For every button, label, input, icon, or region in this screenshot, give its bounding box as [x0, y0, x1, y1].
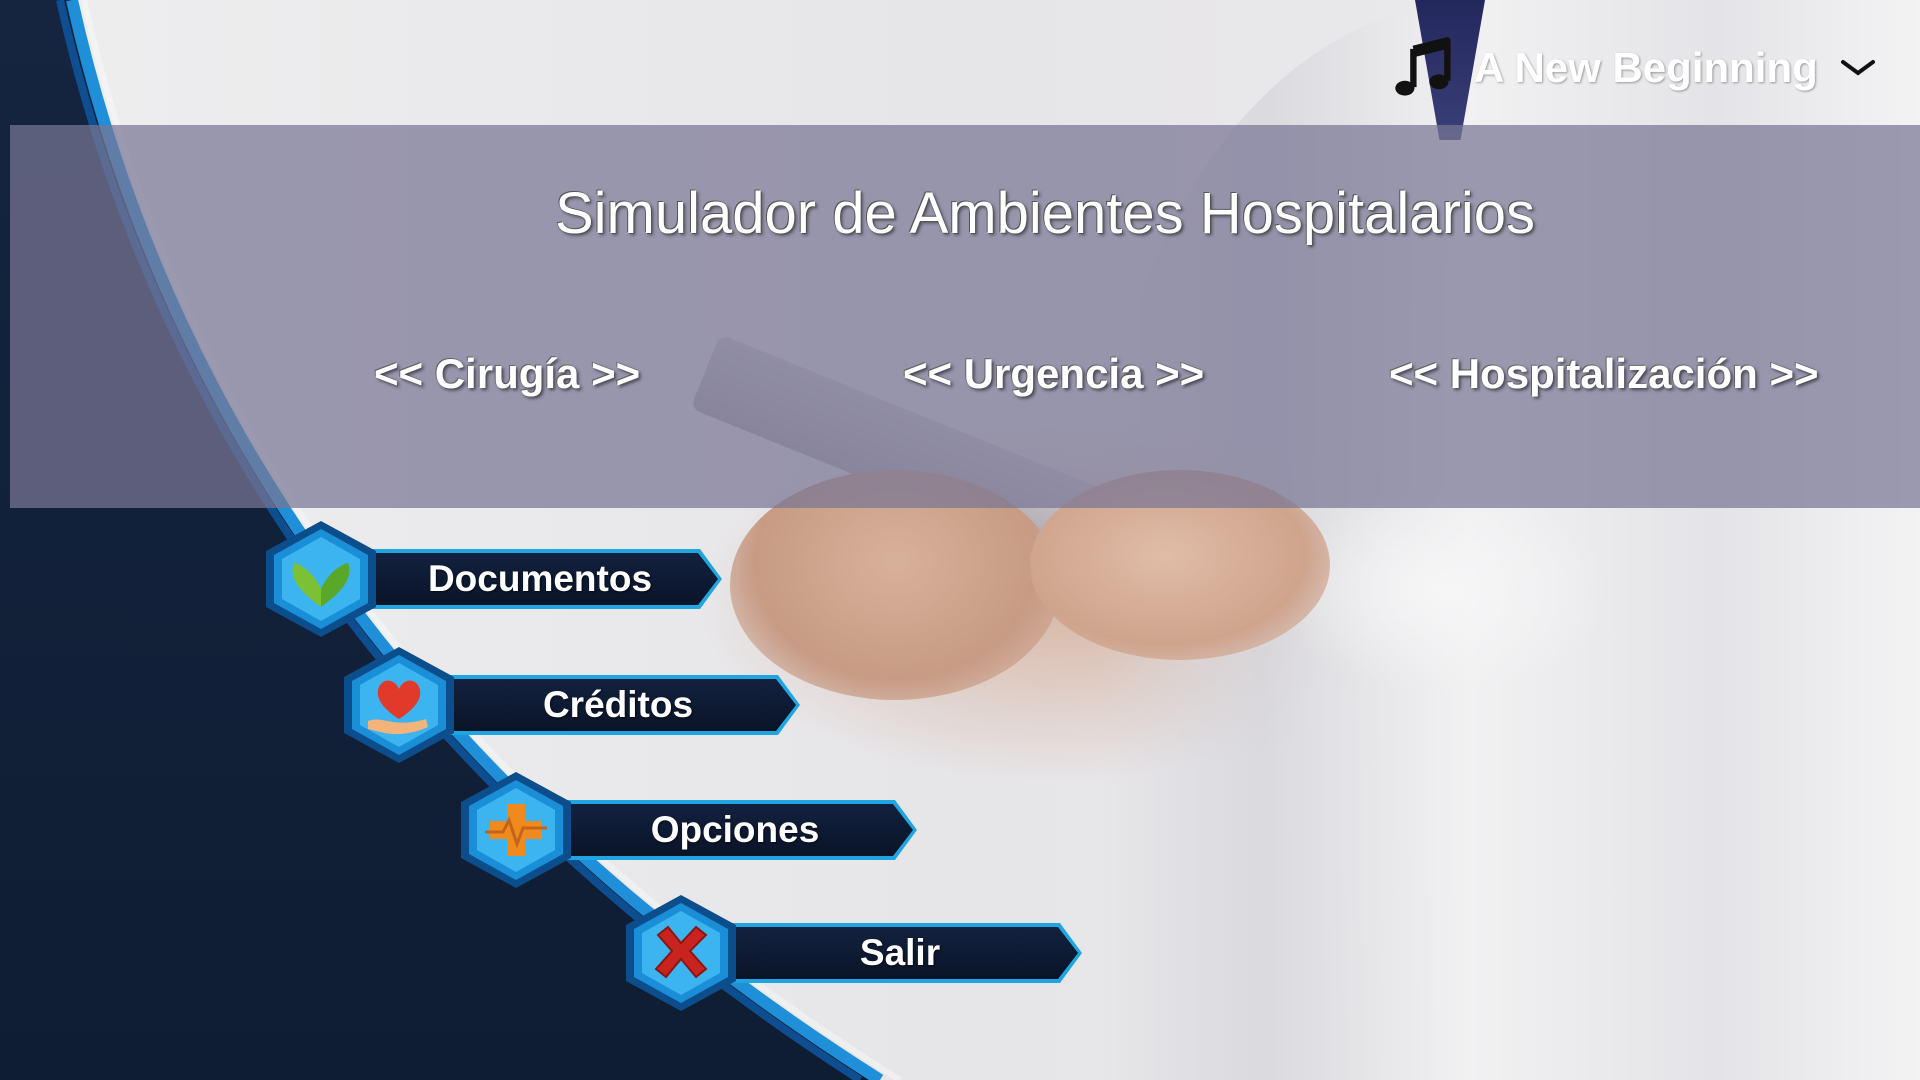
documentos-label: Documentos — [427, 558, 653, 599]
leaf-heart-icon — [266, 521, 376, 637]
creditos-button[interactable]: Créditos — [340, 645, 800, 765]
documentos-button[interactable]: Documentos — [262, 519, 722, 639]
heart-hand-icon — [344, 647, 454, 763]
page-title: Simulador de Ambientes Hospitalarios — [554, 181, 1536, 246]
doctor-sleeve — [1280, 490, 1610, 690]
salir-button[interactable]: Salir — [622, 893, 1082, 1013]
salir-label: Salir — [859, 932, 941, 973]
music-track-label: A New Beginning — [1474, 44, 1818, 91]
mode-hospitalizacion-button[interactable]: << Hospitalización >> — [1389, 350, 1819, 398]
medical-cross-icon — [461, 772, 571, 888]
chevron-down-icon[interactable] — [1840, 58, 1876, 78]
music-track-selector[interactable]: A New Beginning — [1390, 28, 1890, 108]
opciones-label: Opciones — [650, 809, 820, 850]
red-x-icon — [626, 895, 736, 1011]
opciones-button[interactable]: Opciones — [457, 770, 917, 890]
creditos-label: Créditos — [542, 684, 694, 725]
mode-urgencia-button[interactable]: << Urgencia >> — [903, 350, 1204, 398]
mode-cirugia-button[interactable]: << Cirugía >> — [374, 350, 640, 398]
music-note-icon — [1395, 37, 1451, 96]
